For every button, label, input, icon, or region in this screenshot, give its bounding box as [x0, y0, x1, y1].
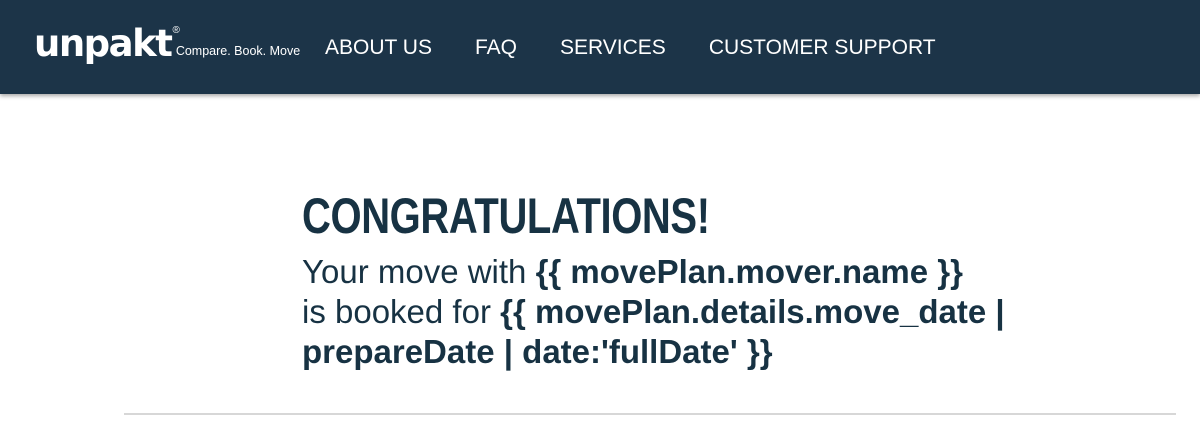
content-divider	[124, 413, 1176, 415]
date-filter-placeholder: prepareDate | date:'fullDate' }}	[302, 333, 773, 370]
message-line-1-prefix: Your move with	[302, 253, 536, 290]
mover-name-placeholder: {{ movePlan.mover.name }}	[535, 253, 963, 290]
nav-faq[interactable]: FAQ	[475, 33, 517, 63]
message-line-3: prepareDate | date:'fullDate' }}	[302, 332, 1122, 372]
nav-customer-support[interactable]: CUSTOMER SUPPORT	[709, 33, 936, 63]
unpakt-logo[interactable]: unpakt ® Compare. Book. Move	[34, 24, 300, 64]
congratulations-heading: CONGRATULATIONS!	[302, 188, 710, 244]
confirmation-content: CONGRATULATIONS! Your move with {{ moveP…	[302, 188, 1122, 372]
nav-services[interactable]: SERVICES	[560, 33, 666, 63]
nav-about-us[interactable]: ABOUT US	[325, 33, 432, 63]
logo-wordmark: unpakt	[34, 22, 173, 65]
site-header: unpakt ® Compare. Book. Move ABOUT US FA…	[0, 0, 1200, 94]
message-line-1: Your move with {{ movePlan.mover.name }}	[302, 252, 1122, 292]
logo-tagline: Compare. Book. Move	[175, 44, 301, 58]
message-line-2-prefix: is booked for	[302, 293, 501, 330]
main-nav: ABOUT US FAQ SERVICES CUSTOMER SUPPORT	[325, 33, 936, 63]
message-line-2: is booked for {{ movePlan.details.move_d…	[302, 292, 1122, 332]
booking-message: Your move with {{ movePlan.mover.name }}…	[302, 252, 1122, 372]
registered-mark: ®	[172, 25, 180, 36]
move-date-placeholder: {{ movePlan.details.move_date |	[500, 293, 1005, 330]
